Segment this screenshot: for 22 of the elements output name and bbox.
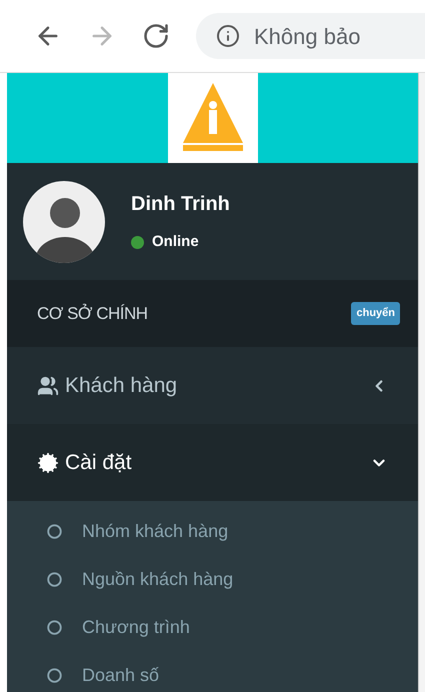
circle-icon — [47, 668, 62, 682]
status-text: Online — [152, 232, 199, 252]
circle-icon — [47, 620, 62, 634]
submenu-item[interactable]: Chương trình — [7, 603, 418, 651]
address-text: Không bảo — [254, 22, 360, 51]
branch-label: CƠ SỞ CHÍNH — [37, 302, 148, 325]
circle-icon — [47, 572, 62, 586]
circle-icon — [47, 524, 62, 538]
menu-label: Cài đặt — [65, 450, 133, 476]
info-icon — [216, 24, 240, 48]
logo-icon — [168, 73, 258, 163]
switch-badge[interactable]: chuyển — [351, 302, 400, 325]
submenu-item[interactable]: Nhóm khách hàng — [7, 507, 418, 555]
menu-item[interactable]: Cài đặt — [7, 424, 418, 501]
users-icon — [37, 374, 59, 396]
menu-label: Khách hàng — [65, 372, 178, 399]
user-name: Dinh Trinh — [131, 192, 230, 218]
submenu-item[interactable]: Doanh số — [7, 651, 418, 692]
submenu-item[interactable]: Nguồn khách hàng — [7, 555, 418, 603]
reload-icon — [142, 22, 170, 50]
gear-icon — [37, 452, 59, 474]
address-bar[interactable]: Không bảo — [196, 13, 425, 59]
